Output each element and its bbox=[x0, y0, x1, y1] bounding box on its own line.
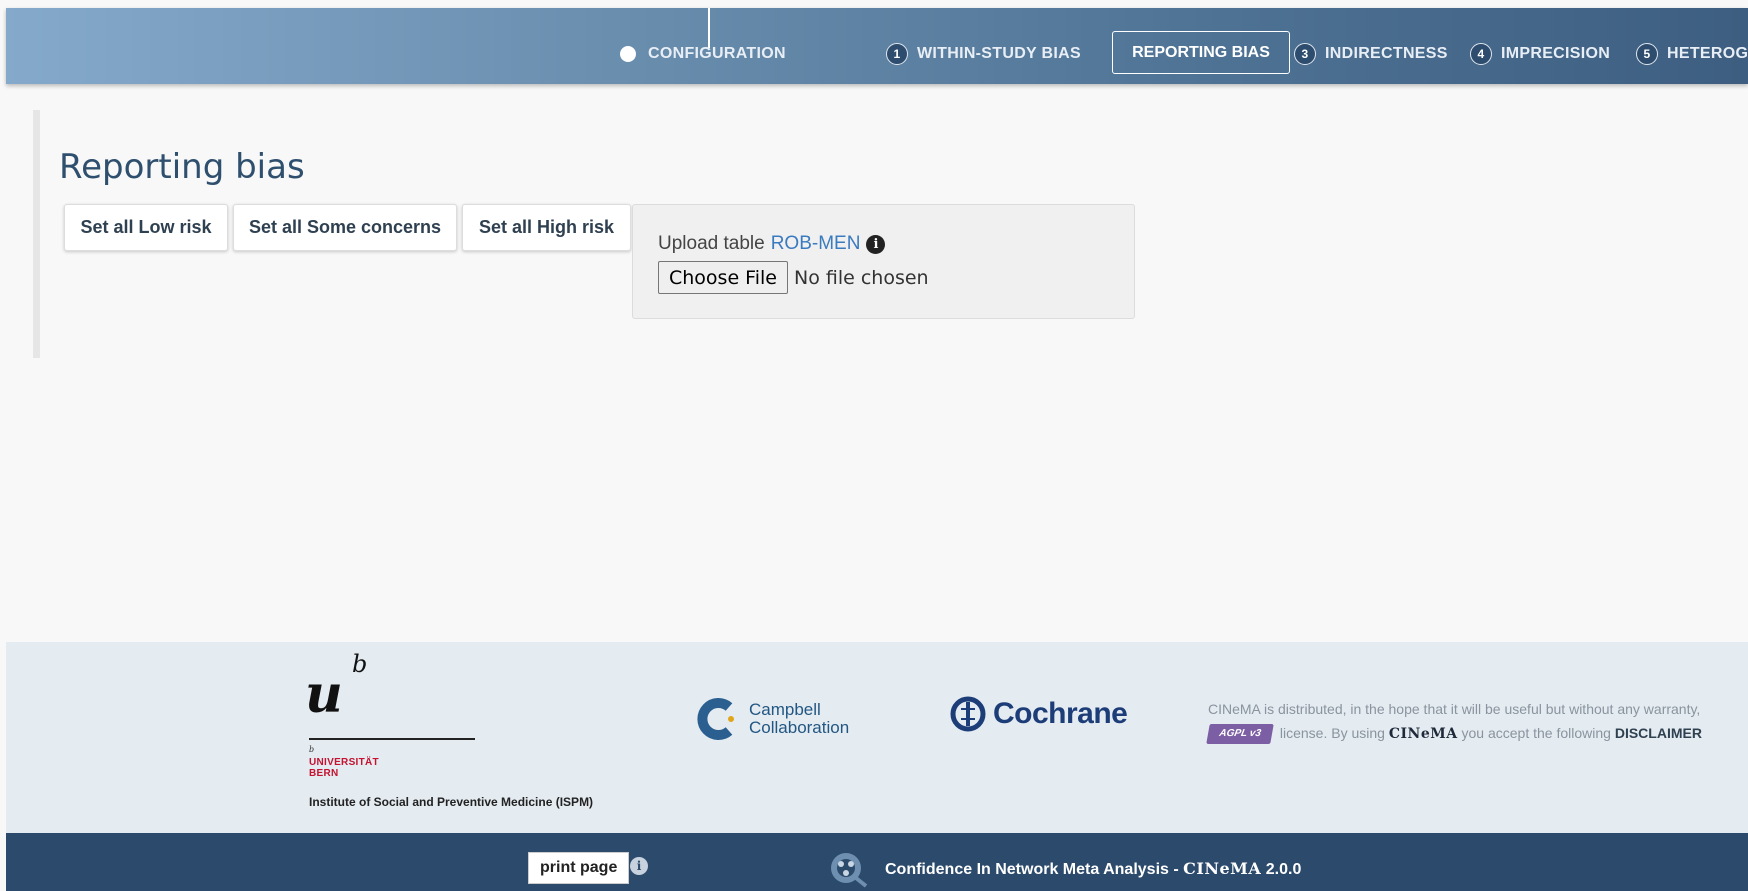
print-page-button[interactable]: print page bbox=[528, 852, 630, 884]
panel-left-border bbox=[33, 110, 40, 358]
nav-item-heterogeneity[interactable]: 5 HETEROG bbox=[1636, 43, 1748, 65]
upload-label-row: Upload table ROB-MEN i bbox=[658, 233, 886, 255]
upload-table-label: Upload table bbox=[658, 233, 765, 254]
unibern-logo-rule bbox=[309, 738, 475, 740]
step-number-badge: 3 bbox=[1294, 43, 1316, 65]
bottom-title-prefix: Confidence In Network Meta Analysis - bbox=[885, 861, 1179, 878]
set-all-some-concerns-button[interactable]: Set all Some concerns bbox=[233, 204, 457, 251]
cochrane-emblem-icon bbox=[950, 696, 986, 732]
nav-imprecision-label: IMPRECISION bbox=[1501, 45, 1611, 62]
print-info-icon[interactable]: i bbox=[630, 857, 648, 875]
nav-indirectness-label: INDIRECTNESS bbox=[1325, 45, 1448, 62]
app-version: 2.0.0 bbox=[1265, 861, 1302, 878]
top-navbar: CONFIGURATION 1 WITHIN-STUDY BIAS REPORT… bbox=[6, 8, 1748, 84]
set-all-low-risk-button[interactable]: Set all Low risk bbox=[64, 204, 228, 251]
rob-men-link[interactable]: ROB-MEN bbox=[771, 233, 861, 255]
campbell-line2: Collaboration bbox=[749, 718, 850, 737]
disclaimer-block: CINeMA is distributed, in the hope that … bbox=[1206, 697, 1702, 746]
license-text: license. By using bbox=[1279, 725, 1385, 741]
step-number-badge: 4 bbox=[1470, 43, 1492, 65]
page-title: Reporting bias bbox=[59, 147, 305, 187]
bottom-title: Confidence In Network Meta Analysis - CI… bbox=[885, 859, 1301, 879]
nav-item-within-study-bias[interactable]: 1 WITHIN-STUDY BIAS bbox=[886, 43, 1081, 65]
unibern-name-line1: UNIVERSITÄT bbox=[309, 757, 379, 768]
disclaimer-link[interactable]: DISCLAIMER bbox=[1615, 725, 1702, 741]
file-input[interactable]: Choose File No file chosen bbox=[658, 261, 929, 294]
nav-item-reporting-bias[interactable]: REPORTING BIAS bbox=[1112, 31, 1290, 74]
campbell-c-icon bbox=[697, 698, 734, 740]
upload-panel: Upload table ROB-MEN i Choose File No fi… bbox=[632, 204, 1135, 319]
nav-within-study-bias-label: WITHIN-STUDY BIAS bbox=[917, 45, 1081, 62]
campbell-text: Campbell Collaboration bbox=[749, 701, 849, 737]
app-root: CONFIGURATION 1 WITHIN-STUDY BIAS REPORT… bbox=[0, 0, 1748, 891]
unibern-b-mark: b bbox=[352, 650, 368, 678]
nav-item-imprecision[interactable]: 4 IMPRECISION bbox=[1470, 43, 1610, 65]
disclaimer-line1: CINeMA is distributed, in the hope that … bbox=[1208, 701, 1701, 717]
disclaimer-line2: AGPL v3 license. By using CINeMA you acc… bbox=[1206, 721, 1702, 746]
bottom-cinema-brand: CINeMA bbox=[1183, 859, 1262, 878]
nav-progress-line bbox=[708, 8, 710, 48]
campbell-line1: Campbell bbox=[749, 700, 821, 719]
cochrane-logo[interactable]: Cochrane bbox=[950, 696, 1128, 732]
nav-heterogeneity-label: HETEROG bbox=[1667, 45, 1748, 62]
step-number-badge: 5 bbox=[1636, 43, 1658, 65]
nav-item-indirectness[interactable]: 3 INDIRECTNESS bbox=[1294, 43, 1448, 65]
cinema-brand: CINeMA bbox=[1388, 726, 1458, 742]
campbell-logo[interactable]: Campbell Collaboration bbox=[695, 697, 849, 741]
bottom-bar bbox=[6, 833, 1748, 891]
step-number-badge: 1 bbox=[886, 43, 908, 65]
choose-file-button[interactable]: Choose File bbox=[658, 261, 788, 294]
info-icon[interactable]: i bbox=[866, 234, 886, 254]
unibern-name: UNIVERSITÄT BERN bbox=[309, 757, 379, 779]
cinema-logo-icon bbox=[831, 853, 868, 888]
nav-reporting-bias-label: REPORTING BIAS bbox=[1132, 43, 1270, 61]
nav-item-configuration[interactable]: CONFIGURATION bbox=[620, 43, 786, 65]
agpl-badge[interactable]: AGPL v3 bbox=[1206, 724, 1274, 745]
file-status-text: No file chosen bbox=[793, 266, 929, 289]
accept-text: you accept the following bbox=[1461, 725, 1611, 741]
nav-current-dot-icon bbox=[620, 46, 636, 62]
set-all-high-risk-button[interactable]: Set all High risk bbox=[462, 204, 631, 251]
ispm-label: Institute of Social and Preventive Medic… bbox=[309, 795, 594, 809]
unibern-name-line2: BERN bbox=[309, 768, 339, 779]
cochrane-text: Cochrane bbox=[993, 697, 1128, 730]
nav-configuration-label: CONFIGURATION bbox=[648, 45, 786, 62]
unibern-small-b: b bbox=[309, 745, 315, 754]
unibern-u-mark: u bbox=[305, 664, 343, 725]
